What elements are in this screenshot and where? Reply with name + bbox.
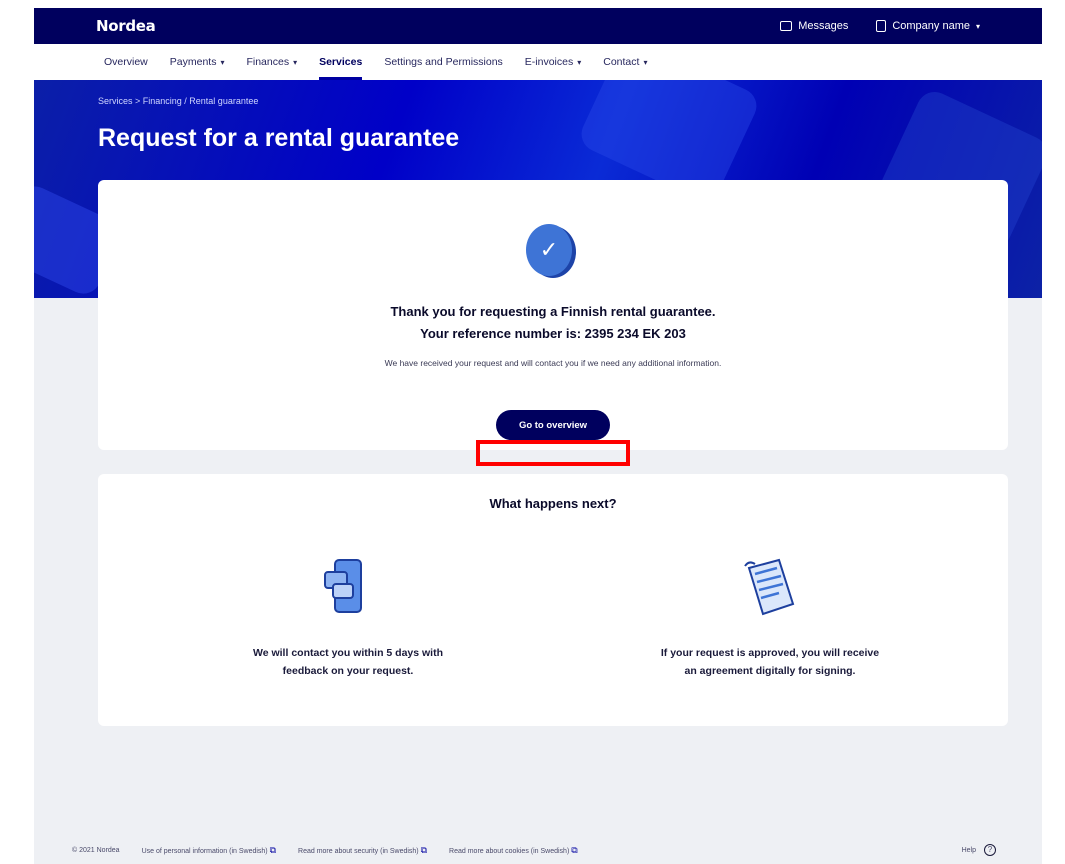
company-switcher[interactable]: Company name ▾ — [876, 20, 980, 32]
reference-number: Your reference number is: 2395 234 EK 20… — [420, 326, 686, 341]
footer-link-personal-info[interactable]: Use of personal information (in Swedish)… — [142, 845, 276, 856]
help-link[interactable]: Help ? — [962, 844, 996, 856]
confirmation-card: ✓ Thank you for requesting a Finnish ren… — [98, 180, 1008, 450]
footer-link-label: Read more about cookies (in Swedish) — [449, 847, 570, 855]
step-text-line: If your request is approved, you will re… — [660, 647, 880, 659]
chevron-down-icon: ▾ — [293, 57, 298, 67]
step-agreement: If your request is approved, you will re… — [620, 554, 920, 680]
step-contact: We will contact you within 5 days with f… — [198, 554, 498, 680]
nav-label: Services — [319, 56, 363, 68]
nav-item-finances[interactable]: Finances ▾ — [246, 44, 297, 80]
nav-item-services[interactable]: Services — [319, 44, 363, 80]
external-link-icon: ⧉ — [571, 844, 578, 855]
main-nav: Overview Payments ▾ Finances ▾ Services Se… — [34, 44, 1042, 80]
next-steps-card: What happens next? We will contact you w… — [98, 474, 1008, 726]
building-icon — [876, 20, 887, 32]
footer-link-label: Read more about security (in Swedish) — [298, 847, 419, 855]
nordea-logo[interactable]: Nordea — [96, 17, 156, 35]
thank-you-message: Thank you for requesting a Finnish renta… — [390, 304, 716, 319]
nav-label: E-invoices — [524, 56, 574, 68]
nav-item-settings[interactable]: Settings and Permissions — [384, 44, 502, 80]
page: Nordea Messages Company name ▾ Overview … — [34, 8, 1042, 864]
step-text-line: We will contact you within 5 days with — [253, 647, 443, 659]
external-link-icon: ⧉ — [269, 844, 277, 855]
messages-label: Messages — [798, 20, 849, 32]
nav-item-contact[interactable]: Contact ▾ — [603, 44, 647, 80]
go-to-overview-button[interactable]: Go to overview — [496, 410, 610, 440]
help-label: Help — [961, 846, 976, 854]
highlight-box — [476, 440, 630, 466]
nav-label: Settings and Permissions — [384, 56, 503, 68]
chevron-down-icon: ▾ — [220, 57, 225, 67]
messages-link[interactable]: Messages — [780, 20, 848, 32]
nav-item-einvoices[interactable]: E-invoices ▾ — [525, 44, 581, 80]
nav-label: Overview — [104, 56, 148, 68]
footer-link-cookies[interactable]: Read more about cookies (in Swedish) ⧉ — [449, 845, 578, 856]
chevron-down-icon: ▾ — [577, 57, 582, 67]
phone-contact-icon — [313, 554, 383, 624]
page-title: Request for a rental guarantee — [98, 124, 460, 152]
message-icon — [780, 21, 793, 31]
document-signing-icon — [735, 554, 805, 624]
external-link-icon: ⧉ — [420, 844, 428, 855]
copyright: © 2021 Nordea — [72, 846, 120, 854]
step-text-line: an agreement digitally for signing. — [684, 665, 856, 677]
confirmation-note: We have received your request and will c… — [384, 358, 722, 368]
step-text-line: feedback on your request. — [282, 665, 414, 677]
breadcrumb[interactable]: Services > Financing / Rental guarantee — [98, 96, 258, 106]
next-steps-title: What happens next? — [489, 496, 617, 511]
nav-label: Contact — [603, 56, 640, 68]
footer: © 2021 Nordea Use of personal informatio… — [72, 844, 996, 856]
nav-item-overview[interactable]: Overview — [104, 44, 148, 80]
nav-label: Finances — [246, 56, 290, 68]
company-label: Company name — [892, 20, 970, 32]
nav-label: Payments — [169, 56, 217, 68]
nav-item-payments[interactable]: Payments ▾ — [170, 44, 225, 80]
help-icon: ? — [984, 844, 996, 856]
top-bar: Nordea Messages Company name ▾ — [34, 8, 1042, 44]
chevron-down-icon: ▾ — [975, 21, 980, 31]
top-right-menu: Messages Company name ▾ — [780, 20, 980, 32]
footer-link-security[interactable]: Read more about security (in Swedish) ⧉ — [298, 845, 427, 856]
footer-link-label: Use of personal information (in Swedish) — [141, 847, 268, 855]
checkmark-icon: ✓ — [526, 224, 572, 276]
chevron-down-icon: ▾ — [643, 57, 648, 67]
